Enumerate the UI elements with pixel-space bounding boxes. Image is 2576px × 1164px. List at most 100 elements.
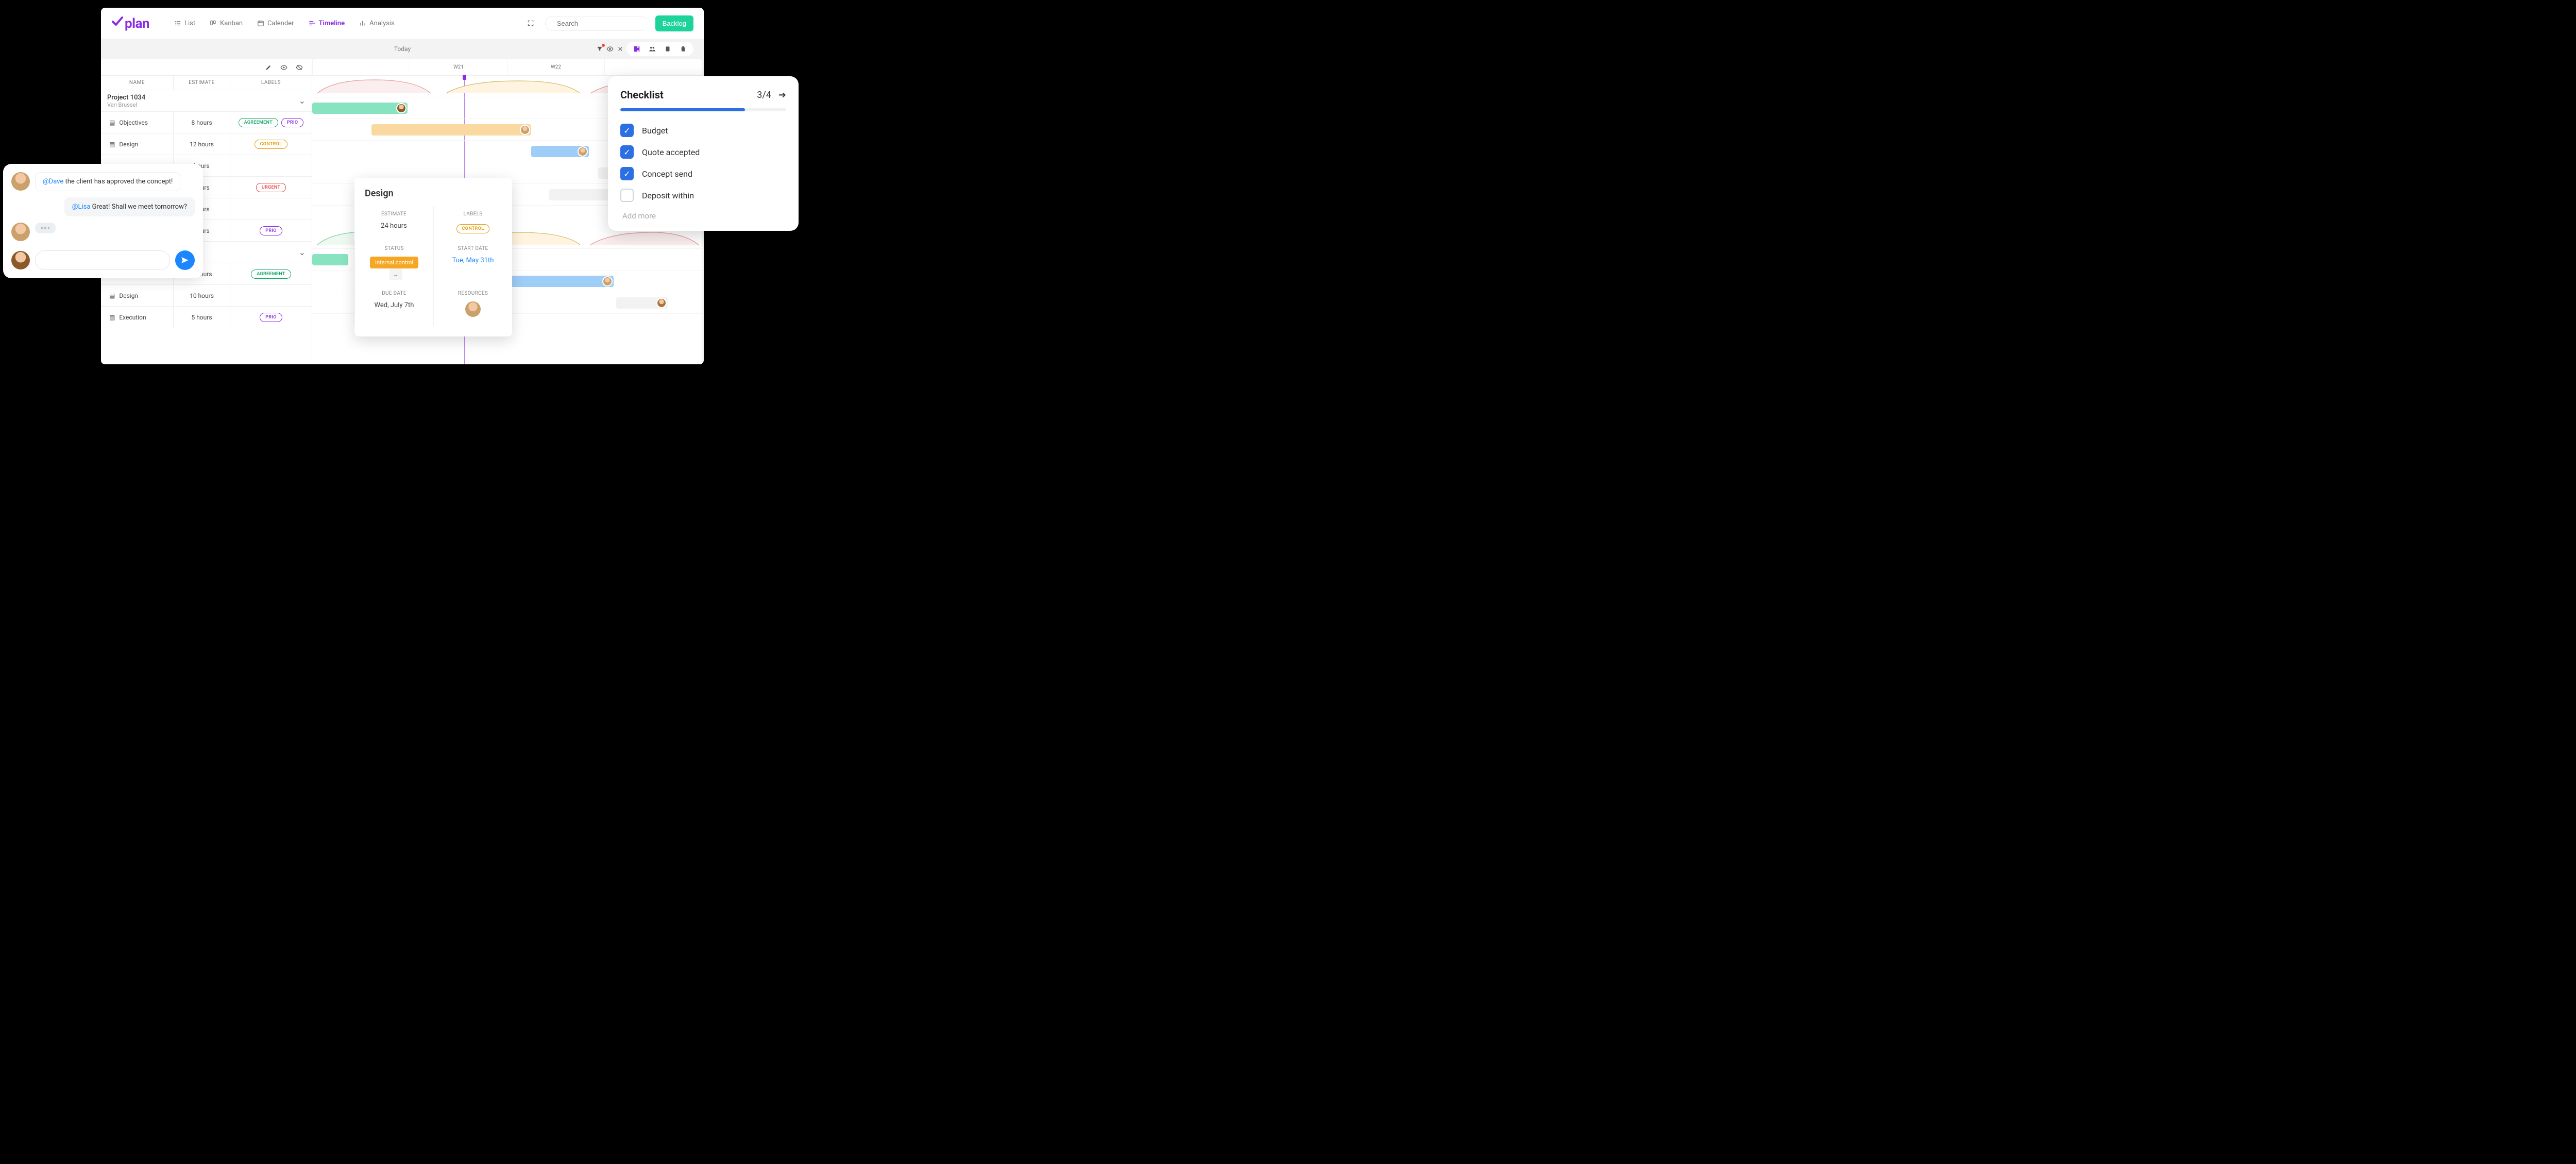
checklist-item[interactable]: ✓ Quote accepted (620, 145, 786, 159)
search-input[interactable] (557, 20, 648, 27)
chevron-down-icon[interactable]: ⌄ (299, 247, 306, 257)
timeline-bar[interactable] (371, 124, 531, 136)
nav-list-label: List (184, 20, 195, 27)
project-subtitle: Van Brussel (107, 102, 145, 108)
chevron-down-icon[interactable]: ⌄ (299, 96, 306, 106)
avatar (396, 103, 406, 113)
add-checklist-item[interactable]: Add more (622, 211, 786, 221)
send-button[interactable] (175, 250, 195, 270)
archive-button[interactable] (664, 45, 672, 53)
label-pill: PRIO (260, 313, 282, 322)
checklist-item-label: Deposit within (642, 191, 694, 200)
avatar (656, 298, 667, 308)
task-row[interactable]: ▤ Objectives 8 hours AGREEMENT PRIO (101, 112, 312, 133)
task-estimate: 5 hours (173, 307, 230, 328)
people-icon (649, 45, 656, 53)
show-button[interactable] (280, 63, 288, 72)
edit-button[interactable] (264, 63, 273, 72)
checklist-item[interactable]: Deposit within (620, 189, 786, 202)
status-pill[interactable]: Internal control (370, 257, 418, 268)
task-row[interactable]: ▤Design 10 hours (101, 285, 312, 307)
brand-check-icon (111, 15, 124, 28)
checklist-item-label: Quote accepted (642, 147, 700, 157)
nav-list[interactable]: List (170, 16, 199, 30)
timeline-bar[interactable] (531, 146, 589, 157)
nav-timeline[interactable]: Timeline (304, 16, 349, 30)
task-detail-grid: ESTIMATE 24 hours LABELS CONTROL STATUS … (354, 206, 512, 326)
label-pill: CONTROL (255, 140, 288, 149)
pencil-icon (265, 64, 272, 71)
mention: @Lisa (72, 203, 91, 211)
detail-cell-resources: RESOURCES (433, 285, 512, 326)
comments-panel: @Dave the client has approved the concep… (3, 164, 203, 278)
puzzle-button[interactable] (633, 45, 641, 53)
checklist-item[interactable]: ✓ Concept send (620, 167, 786, 180)
timeline-header: W21 W22 (312, 59, 702, 76)
detail-cell-labels: LABELS CONTROL (433, 206, 512, 241)
checkbox[interactable] (620, 189, 634, 202)
checkbox[interactable]: ✓ (620, 145, 634, 159)
arrow-right-icon[interactable]: ➔ (778, 90, 786, 100)
filter-button[interactable] (596, 45, 604, 53)
send-icon (180, 256, 190, 265)
column-headers: NAME ESTIMATE LABELS (101, 76, 312, 90)
timeline-bar[interactable] (312, 254, 348, 265)
nav-calendar[interactable]: Calender (253, 16, 298, 30)
checklist-progress-fill (620, 108, 745, 111)
project-row[interactable]: Project 1034 Van Brussel ⌄ (101, 90, 312, 112)
avatar[interactable] (465, 301, 481, 317)
hide-button[interactable] (295, 63, 303, 72)
timeline-bar[interactable] (312, 103, 408, 114)
tools-button[interactable] (616, 45, 624, 53)
comment-input[interactable] (35, 250, 170, 270)
eye-icon (606, 45, 614, 53)
search-box[interactable] (545, 16, 648, 31)
task-labels: PRIO (230, 220, 312, 241)
checkbox[interactable]: ✓ (620, 124, 634, 137)
detail-label: RESOURCES (443, 291, 503, 296)
detail-label: LABELS (443, 211, 503, 217)
toolbar-right (596, 42, 693, 56)
status-next-button[interactable]: → (389, 268, 402, 280)
col-name-header: NAME (101, 76, 173, 90)
fullscreen-button[interactable] (523, 16, 538, 30)
checklist-title: Checklist (620, 89, 664, 101)
col-estimate-header: ESTIMATE (173, 76, 230, 90)
checkbox[interactable]: ✓ (620, 167, 634, 180)
mention: @Dave (43, 178, 63, 185)
comment-text: the client has approved the concept! (63, 178, 173, 185)
detail-cell-estimate: ESTIMATE 24 hours (354, 206, 433, 241)
avatar (11, 172, 30, 191)
timeline-bar[interactable] (616, 297, 668, 309)
task-detail-title: Design (354, 188, 512, 206)
checklist-item[interactable]: ✓ Budget (620, 124, 786, 137)
label-pill: PRIO (260, 226, 282, 235)
label-pill: URGENT (256, 183, 286, 192)
week-col: W22 (507, 59, 604, 75)
label-pill: AGREEMENT (239, 118, 278, 127)
trash-button[interactable] (679, 45, 687, 53)
detail-value[interactable]: Tue, May 31th (443, 257, 503, 264)
backlog-button[interactable]: Backlog (655, 15, 693, 31)
task-row[interactable]: ▤Execution 5 hours PRIO (101, 307, 312, 328)
task-row[interactable]: ▤ Design 12 hours CONTROL (101, 133, 312, 155)
card-icon: ▤ (109, 141, 115, 148)
visibility-button[interactable] (606, 45, 614, 53)
nav-calendar-label: Calender (267, 20, 294, 27)
comment: @Lisa Great! Shall we meet tomorrow? (11, 197, 195, 216)
card-icon: ▤ (109, 119, 115, 126)
nav-kanban[interactable]: Kanban (206, 16, 247, 30)
task-name: Objectives (119, 119, 148, 126)
detail-cell-start: START DATE Tue, May 31th (433, 241, 512, 285)
comment-composer (11, 250, 195, 270)
eye-icon (280, 64, 287, 71)
nav-analysis[interactable]: Analysis (355, 16, 399, 30)
tools-icon (617, 45, 624, 53)
detail-label: STATUS (364, 246, 424, 251)
people-button[interactable] (648, 45, 656, 53)
comment-typing (11, 223, 195, 241)
kanban-icon (210, 20, 217, 27)
toolbar-pill (626, 42, 693, 56)
view-nav: List Kanban Calender Timeline Analysis (170, 16, 399, 30)
nav-timeline-label: Timeline (319, 20, 345, 27)
